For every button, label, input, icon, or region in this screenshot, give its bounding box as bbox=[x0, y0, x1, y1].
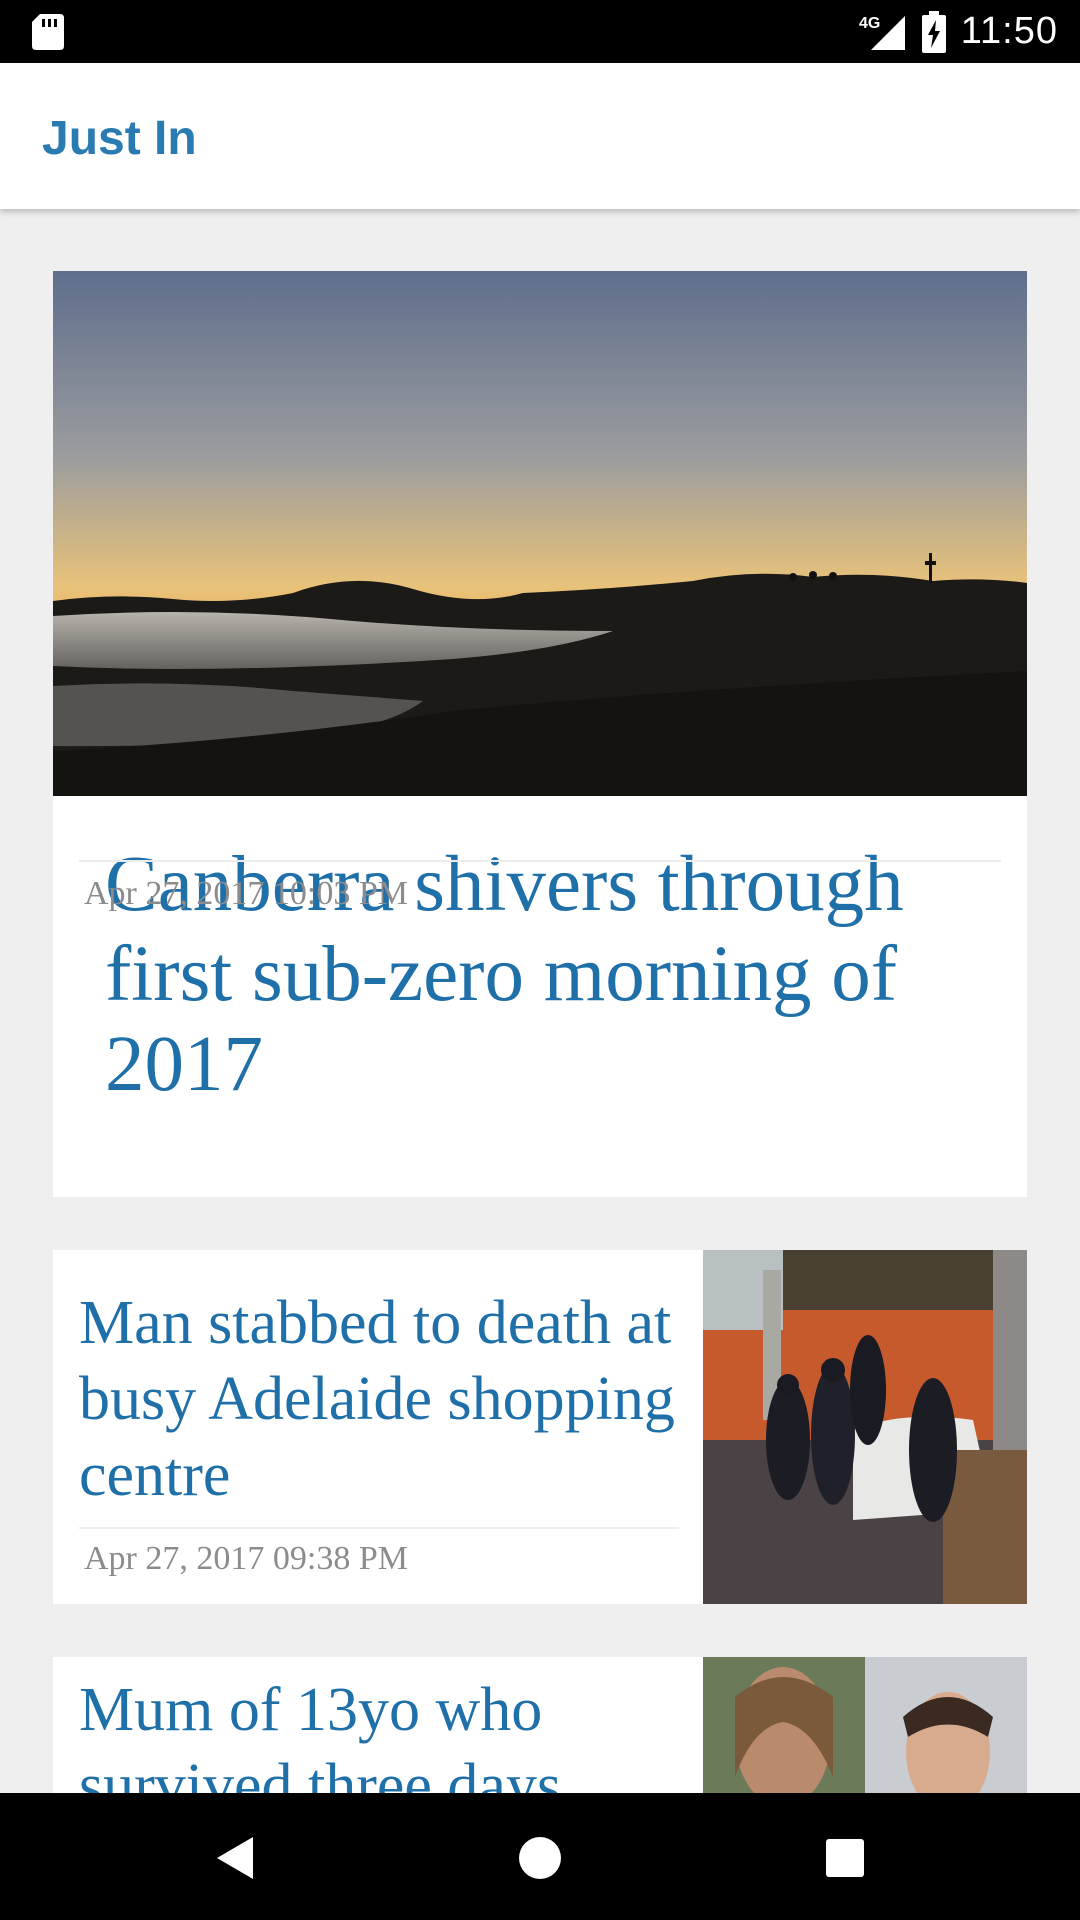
article-thumbnail[interactable] bbox=[703, 1657, 1027, 1793]
clock: 11:50 bbox=[960, 10, 1058, 52]
back-icon bbox=[217, 1837, 253, 1879]
article-image[interactable] bbox=[53, 271, 1027, 796]
divider bbox=[79, 860, 1001, 862]
navigation-bar bbox=[0, 1793, 1080, 1920]
back-button[interactable] bbox=[200, 1823, 270, 1893]
recents-icon bbox=[826, 1839, 864, 1877]
news-feed[interactable]: Canberra shivers through first sub-zero … bbox=[0, 209, 1080, 1793]
status-bar: 4G 11:50 bbox=[0, 0, 1080, 63]
signal-icon: 4G bbox=[859, 15, 905, 50]
battery-charging-icon bbox=[921, 10, 946, 53]
recents-button[interactable] bbox=[810, 1823, 880, 1893]
article-headline[interactable]: Man stabbed to death at busy Adelaide sh… bbox=[79, 1285, 679, 1513]
app-bar: Just In bbox=[0, 63, 1080, 209]
article-text[interactable]: Canberra shivers through first sub-zero … bbox=[53, 796, 1027, 1387]
page-title: Just In bbox=[42, 112, 197, 165]
sd-card-icon bbox=[32, 14, 64, 50]
article-timestamp: Apr 27, 2017 09:38 PM bbox=[84, 1540, 408, 1577]
home-button[interactable] bbox=[505, 1823, 575, 1893]
home-icon bbox=[519, 1837, 561, 1879]
article-card-hero[interactable]: Canberra shivers through first sub-zero … bbox=[53, 271, 1027, 1387]
article-thumbnail[interactable] bbox=[703, 1250, 1027, 1604]
article-card[interactable]: Mum of 13yo who survived three days bbox=[53, 1657, 1027, 1793]
network-type: 4G bbox=[859, 15, 880, 32]
article-timestamp: Apr 27, 2017 10:03 PM bbox=[84, 875, 408, 912]
article-card[interactable]: Man stabbed to death at busy Adelaide sh… bbox=[53, 1250, 1027, 1604]
divider bbox=[79, 1527, 679, 1529]
article-headline[interactable]: Mum of 13yo who survived three days bbox=[79, 1672, 679, 1793]
